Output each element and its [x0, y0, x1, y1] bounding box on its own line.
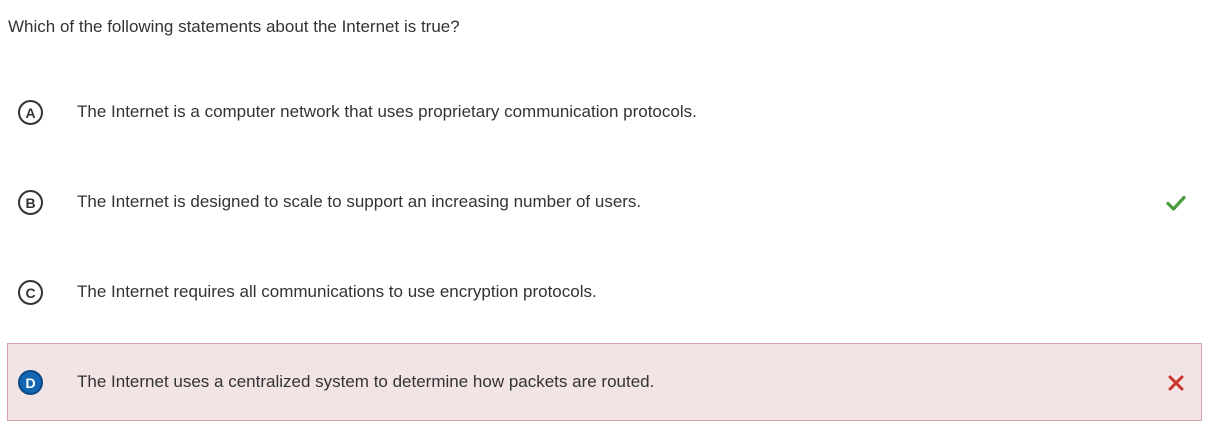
answer-option-c[interactable]: C The Internet requires all communicatio… — [7, 253, 1202, 331]
option-text: The Internet requires all communications… — [77, 282, 597, 301]
question-text: Which of the following statements about … — [8, 17, 460, 36]
option-letter-badge: C — [18, 280, 43, 305]
option-letter-badge: D — [18, 370, 43, 395]
x-icon — [1168, 375, 1184, 391]
check-icon — [1166, 195, 1186, 211]
answer-option-b[interactable]: B The Internet is designed to scale to s… — [7, 163, 1202, 241]
option-text: The Internet is designed to scale to sup… — [77, 192, 642, 211]
answer-option-a[interactable]: A The Internet is a computer network tha… — [7, 73, 1202, 151]
option-letter-badge: A — [18, 100, 43, 125]
answer-option-d[interactable]: D The Internet uses a centralized system… — [7, 343, 1202, 421]
option-letter-badge: B — [18, 190, 43, 215]
option-text: The Internet is a computer network that … — [77, 102, 697, 121]
option-text: The Internet uses a centralized system t… — [77, 372, 655, 391]
